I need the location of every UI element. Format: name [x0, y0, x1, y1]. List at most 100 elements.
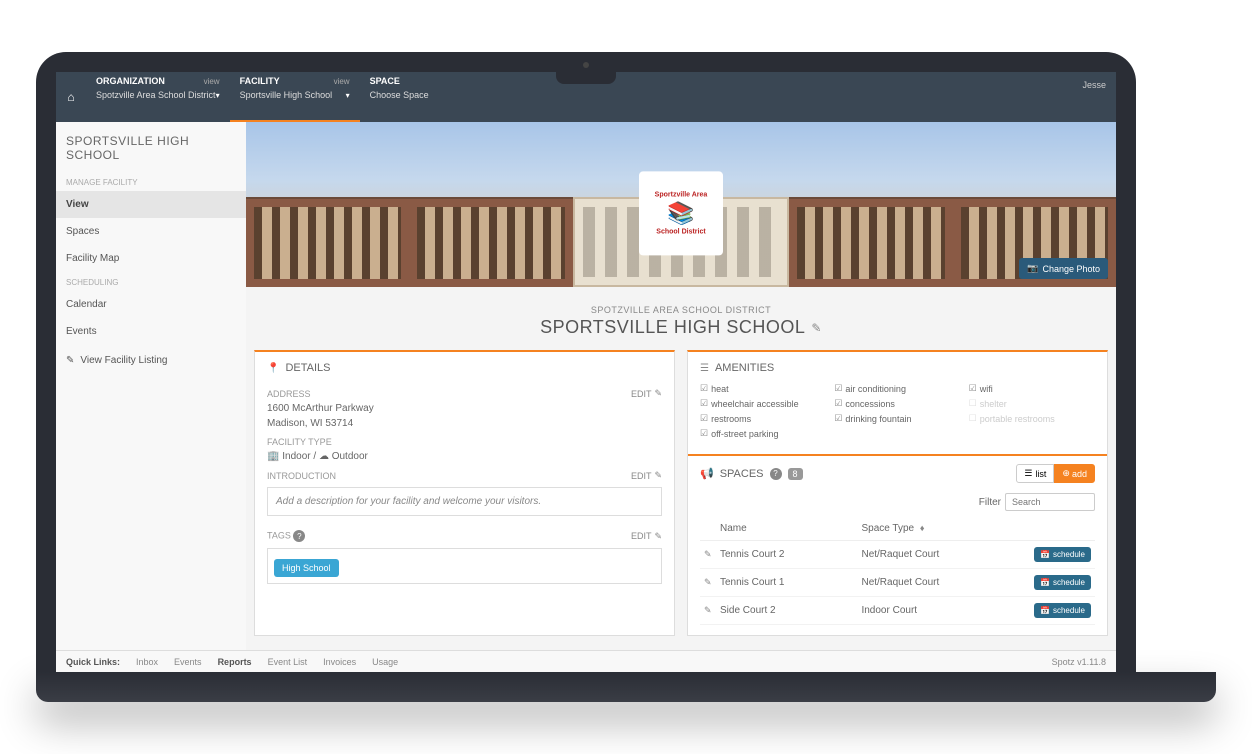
footer-link-inbox[interactable]: Inbox [136, 657, 158, 667]
user-name[interactable]: Jesse [1082, 80, 1106, 90]
list-view-button[interactable]: ☰ list [1016, 464, 1054, 483]
footer-link-events[interactable]: Events [174, 657, 202, 667]
edit-row-icon[interactable]: ✎ [704, 549, 712, 559]
footer-link-invoices[interactable]: Invoices [323, 657, 356, 667]
checkbox-checked-icon: ☑ [969, 383, 977, 394]
sidebar-item-view[interactable]: View [56, 191, 246, 218]
footer-link-reports[interactable]: Reports [218, 657, 252, 667]
schedule-button[interactable]: 📅schedule [1034, 575, 1091, 590]
space-name[interactable]: Tennis Court 2 [716, 541, 857, 569]
change-photo-button[interactable]: 📷 Change Photo [1019, 258, 1108, 279]
add-icon: ⊕ [1062, 468, 1070, 479]
amenity-air-conditioning[interactable]: ☑air conditioning [834, 382, 960, 395]
nav-view-link[interactable]: view [204, 77, 220, 86]
sidebar-item-spaces[interactable]: Spaces [56, 218, 246, 245]
nav-label: ORGANIZATION [96, 76, 165, 86]
chevron-down-icon: ▾ [346, 91, 350, 100]
checkbox-checked-icon: ☑ [834, 383, 842, 394]
footer-bar: Quick Links: InboxEventsReportsEvent Lis… [56, 650, 1116, 672]
nav-view-link[interactable]: view [334, 77, 350, 86]
edit-introduction-button[interactable]: EDIT✎ [631, 470, 662, 481]
heading-block: SPOTZVILLE AREA SCHOOL DISTRICT SPORTSVI… [246, 287, 1116, 350]
calendar-icon: 📅 [1040, 550, 1050, 559]
external-link-label: View Facility Listing [80, 355, 167, 366]
footer-link-usage[interactable]: Usage [372, 657, 398, 667]
checkbox-checked-icon: ☑ [700, 413, 708, 424]
pencil-icon: ✎ [654, 531, 662, 542]
filter-input[interactable] [1005, 493, 1095, 511]
footer-link-event-list[interactable]: Event List [268, 657, 308, 667]
table-row: ✎ Tennis Court 1 Net/Raquet Court 📅sched… [700, 569, 1095, 597]
amenity-wifi[interactable]: ☑wifi [969, 382, 1095, 395]
checkbox-checked-icon: ☑ [700, 428, 708, 439]
introduction-box[interactable]: Add a description for your facility and … [267, 487, 662, 516]
nav-label: SPACE [370, 76, 400, 86]
add-space-button[interactable]: ⊕ add [1054, 464, 1095, 483]
edit-facility-name-icon[interactable]: ✎ [811, 321, 822, 335]
logo-text-top: Sportzville Area [655, 191, 708, 198]
spaces-header: 📢 SPACES ? 8 [700, 467, 803, 480]
edit-tags-button[interactable]: EDIT✎ [631, 531, 662, 542]
sidebar-group-label: MANAGE FACILITY [56, 172, 246, 191]
view-facility-listing-link[interactable]: ✎ View Facility Listing [56, 345, 246, 376]
checkbox-checked-icon: ☑ [834, 413, 842, 424]
camera-icon: 📷 [1027, 263, 1038, 274]
sidebar-item-events[interactable]: Events [56, 318, 246, 345]
sort-icon: ♦ [920, 523, 925, 533]
address-line2: Madison, WI 53714 [267, 416, 662, 431]
tags-help-icon[interactable]: ? [293, 530, 305, 542]
space-type: Net/Raquet Court [857, 541, 1025, 569]
version-label: Spotz v1.11.8 [1052, 657, 1106, 667]
nav-label: FACILITY [240, 76, 280, 86]
sidebar-item-calendar[interactable]: Calendar [56, 291, 246, 318]
col-type[interactable]: Space Type ♦ [857, 517, 1025, 541]
laptop-notch [556, 72, 616, 84]
table-row: ✎ Tennis Court 2 Net/Raquet Court 📅sched… [700, 541, 1095, 569]
nav-section-facility[interactable]: FACILITY view Sportsville High School ▾ [230, 72, 360, 122]
table-row: ✎ Side Court 2 Indoor Court 📅schedule [700, 597, 1095, 625]
pin-icon: 📍 [267, 363, 279, 374]
address-label: ADDRESS [267, 389, 311, 399]
home-icon[interactable]: ⌂ [56, 72, 86, 122]
col-name[interactable]: Name [716, 517, 857, 541]
edit-row-icon[interactable]: ✎ [704, 577, 712, 587]
main-content: Sportzville Area 📚 School District 📷 Cha… [246, 122, 1116, 650]
space-name[interactable]: Side Court 2 [716, 597, 857, 625]
schedule-button[interactable]: 📅schedule [1034, 603, 1091, 618]
amenities-header: ☰ AMENITIES [700, 362, 1095, 382]
amenity-portable-restrooms[interactable]: ☐portable restrooms [969, 412, 1095, 425]
space-type: Net/Raquet Court [857, 569, 1025, 597]
nav-section-space[interactable]: SPACE Choose Space [360, 72, 490, 122]
checkbox-checked-icon: ☑ [834, 398, 842, 409]
nav-section-organization[interactable]: ORGANIZATION view Spotzville Area School… [86, 72, 230, 122]
edit-address-button[interactable]: EDIT✎ [631, 388, 662, 399]
space-type: Indoor Court [857, 597, 1025, 625]
schedule-button[interactable]: 📅schedule [1034, 547, 1091, 562]
sidebar-item-facility-map[interactable]: Facility Map [56, 245, 246, 272]
amenity-concessions[interactable]: ☑concessions [834, 397, 960, 410]
details-header: 📍 DETAILS [267, 362, 662, 382]
nav-value: Sportsville High School [240, 90, 333, 100]
calendar-icon: 📅 [1040, 606, 1050, 615]
laptop-frame: ⌂ ORGANIZATION view Spotzville Area Scho… [36, 52, 1136, 672]
tag-chip[interactable]: High School [274, 559, 339, 577]
facility-name: SPORTSVILLE HIGH SCHOOL ✎ [540, 317, 822, 338]
amenity-off-street-parking[interactable]: ☑off-street parking [700, 427, 826, 440]
spaces-help-icon[interactable]: ? [770, 468, 782, 480]
amenity-heat[interactable]: ☑heat [700, 382, 826, 395]
spaces-title: SPACES [720, 468, 764, 480]
amenity-shelter[interactable]: ☐shelter [969, 397, 1095, 410]
spaces-count-badge: 8 [788, 468, 803, 480]
address-line1: 1600 McArthur Parkway [267, 401, 662, 416]
amenity-drinking-fountain[interactable]: ☑drinking fountain [834, 412, 960, 425]
change-photo-label: Change Photo [1042, 264, 1100, 274]
amenity-wheelchair-accessible[interactable]: ☑wheelchair accessible [700, 397, 826, 410]
panels-row: 📍 DETAILS ADDRESS EDIT✎ 1600 McArthur Pa… [246, 350, 1116, 644]
details-title: DETAILS [285, 362, 330, 374]
sidebar: SPORTSVILLE HIGH SCHOOL MANAGE FACILITYV… [56, 122, 246, 650]
app-screen: ⌂ ORGANIZATION view Spotzville Area Scho… [56, 72, 1116, 672]
amenity-restrooms[interactable]: ☑restrooms [700, 412, 826, 425]
nav-value: Choose Space [370, 90, 429, 100]
edit-row-icon[interactable]: ✎ [704, 605, 712, 615]
space-name[interactable]: Tennis Court 1 [716, 569, 857, 597]
